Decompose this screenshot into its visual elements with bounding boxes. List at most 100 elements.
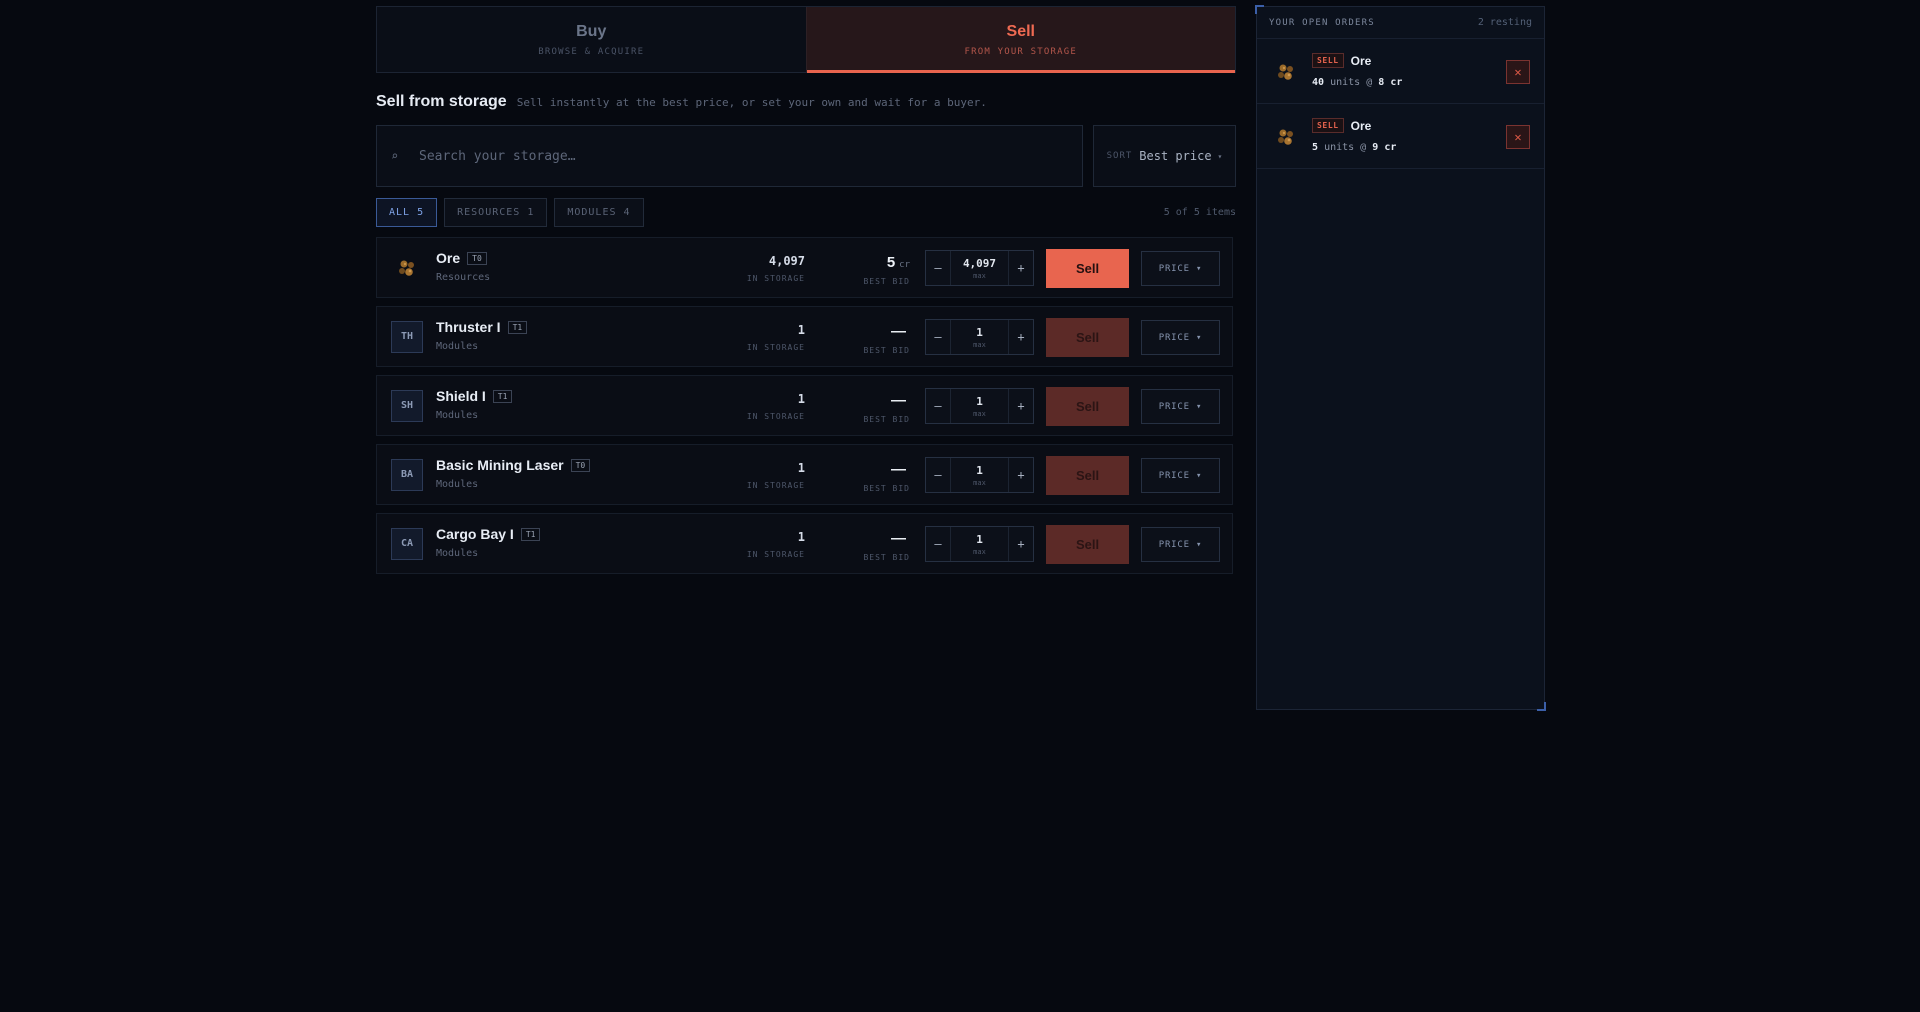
quantity-stepper: –1 max +: [925, 319, 1034, 355]
storage-amount: 1: [797, 461, 805, 475]
decrement-button[interactable]: –: [926, 251, 950, 285]
best-bid-value: —: [891, 461, 906, 478]
quantity-field[interactable]: 1 max: [950, 527, 1009, 561]
item-category: Modules: [436, 341, 479, 352]
storage-row: CA Cargo Bay I T1 Modules 1 IN STORAGE — BEST B…: [376, 513, 1233, 574]
best-bid-column: — BEST BID: [863, 390, 910, 424]
quantity-field[interactable]: 1 max: [950, 320, 1009, 354]
item-info: Thruster I T1 Modules: [436, 319, 528, 352]
tier-badge: T1: [520, 527, 541, 541]
quantity-stepper: –1 max +: [925, 457, 1034, 493]
storage-row: BA Basic Mining Laser T0 Modules 1 IN STORAGE…: [376, 444, 1233, 505]
filter-chip-modules[interactable]: MODULES 4: [554, 198, 644, 227]
order-detail: 5 units @ 9 cr: [1312, 142, 1396, 153]
tab-buy[interactable]: Buy BROWSE & ACQUIRE: [377, 7, 806, 72]
quantity-field[interactable]: 4,097 max: [950, 251, 1009, 285]
best-bid-value: —: [891, 323, 906, 340]
module-icon: CA: [391, 527, 423, 560]
search-input[interactable]: ⌕ Search your storage…: [376, 125, 1083, 187]
sell-button[interactable]: Sell: [1046, 249, 1129, 288]
order-detail: 40 units @ 8 cr: [1312, 77, 1402, 88]
order-quantity: 5: [1312, 142, 1319, 153]
tab-buy-title: Buy: [576, 22, 607, 40]
sort-dropdown[interactable]: SORT Best price ▾: [1093, 125, 1236, 187]
ore-icon: [1275, 126, 1297, 148]
order-quantity: 40: [1312, 77, 1325, 88]
quantity-value: 1: [976, 532, 983, 546]
best-bid-caption: BEST BID: [863, 346, 910, 355]
sort-label: SORT: [1106, 151, 1133, 161]
storage-caption: IN STORAGE: [746, 550, 805, 559]
order-price-unit: cr: [1390, 77, 1403, 88]
sell-button[interactable]: Sell: [1046, 318, 1129, 357]
decrement-button[interactable]: –: [926, 389, 950, 423]
quantity-max-label: max: [973, 478, 986, 487]
increment-button[interactable]: +: [1009, 389, 1033, 423]
price-dropdown-button[interactable]: PRICE ▾: [1141, 320, 1220, 355]
filter-row: ALL 5 RESOURCES 1 MODULES 4 5 of 5 items: [376, 198, 1236, 227]
item-name: Thruster I: [436, 319, 501, 335]
quantity-stepper: –1 max +: [925, 388, 1034, 424]
page-title: Sell from storage: [376, 93, 507, 110]
tier-badge: T1: [492, 389, 513, 403]
item-name-line: Shield I T1: [436, 388, 513, 404]
storage-column: 1 IN STORAGE: [747, 530, 805, 559]
increment-button[interactable]: +: [1009, 527, 1033, 561]
best-bid-line: —: [863, 528, 910, 547]
price-dropdown-button[interactable]: PRICE ▾: [1141, 458, 1220, 493]
page-subtitle: Sell instantly at the best price, or set…: [516, 96, 987, 109]
price-dropdown-button[interactable]: PRICE ▾: [1141, 527, 1220, 562]
item-category: Modules: [436, 548, 479, 559]
sell-button[interactable]: Sell: [1046, 387, 1129, 426]
best-bid-line: —: [863, 459, 910, 478]
market-main: Buy BROWSE & ACQUIRE Sell FROM YOUR STOR…: [376, 6, 1236, 582]
price-dropdown-button[interactable]: PRICE ▾: [1141, 251, 1220, 286]
storage-caption: IN STORAGE: [746, 412, 805, 421]
item-name-line: Thruster I T1: [436, 319, 528, 335]
quantity-field[interactable]: 1 max: [950, 389, 1009, 423]
cancel-order-button[interactable]: ✕: [1506, 60, 1530, 84]
tier-badge: T0: [570, 458, 591, 472]
quantity-max-label: max: [973, 409, 986, 418]
increment-button[interactable]: +: [1009, 251, 1033, 285]
quantity-stepper: –4,097 max +: [925, 250, 1034, 286]
increment-button[interactable]: +: [1009, 320, 1033, 354]
corner-accent: [1537, 702, 1546, 711]
decrement-button[interactable]: –: [926, 458, 950, 492]
item-info: Basic Mining Laser T0 Modules: [436, 457, 591, 490]
ore-icon: [391, 252, 423, 284]
storage-caption: IN STORAGE: [746, 481, 805, 490]
storage-row: SH Shield I T1 Modules 1 IN STORAGE — BEST BID –…: [376, 375, 1233, 436]
order-units-text: units @: [1330, 77, 1373, 88]
item-name-line: Cargo Bay I T1: [436, 526, 541, 542]
decrement-button[interactable]: –: [926, 320, 950, 354]
increment-button[interactable]: +: [1009, 458, 1033, 492]
item-info: Cargo Bay I T1 Modules: [436, 526, 541, 559]
storage-row: Ore T0 Resources 4,097 IN STORAGE 5 cr BEST BID…: [376, 237, 1233, 298]
tab-sell[interactable]: Sell FROM YOUR STORAGE: [805, 7, 1235, 73]
quantity-value: 1: [976, 394, 983, 408]
sell-button[interactable]: Sell: [1046, 456, 1129, 495]
item-name: Shield I: [436, 388, 486, 404]
item-category: Resources: [436, 272, 491, 283]
storage-amount: 1: [797, 323, 805, 337]
best-bid-unit: cr: [899, 260, 910, 270]
filter-chip-all[interactable]: ALL 5: [376, 198, 438, 227]
tab-sell-subtitle: FROM YOUR STORAGE: [964, 46, 1077, 57]
best-bid-value: 5: [886, 254, 896, 271]
quantity-value: 1: [976, 463, 983, 477]
quantity-value: 4,097: [962, 256, 997, 270]
filter-chip-resources[interactable]: RESOURCES 1: [444, 198, 548, 227]
cancel-order-button[interactable]: ✕: [1506, 125, 1530, 149]
search-placeholder: Search your storage…: [419, 148, 576, 164]
corner-accent: [1255, 5, 1264, 14]
price-dropdown-button[interactable]: PRICE ▾: [1141, 389, 1220, 424]
decrement-button[interactable]: –: [926, 527, 950, 561]
best-bid-column: — BEST BID: [863, 321, 910, 355]
order-item-name: Ore: [1350, 118, 1372, 133]
quantity-field[interactable]: 1 max: [950, 458, 1009, 492]
sell-button[interactable]: Sell: [1046, 525, 1129, 564]
section-header: Sell from storage Sell instantly at the …: [376, 93, 1236, 111]
quantity-max-label: max: [973, 547, 986, 556]
order-price: 8: [1378, 77, 1385, 88]
